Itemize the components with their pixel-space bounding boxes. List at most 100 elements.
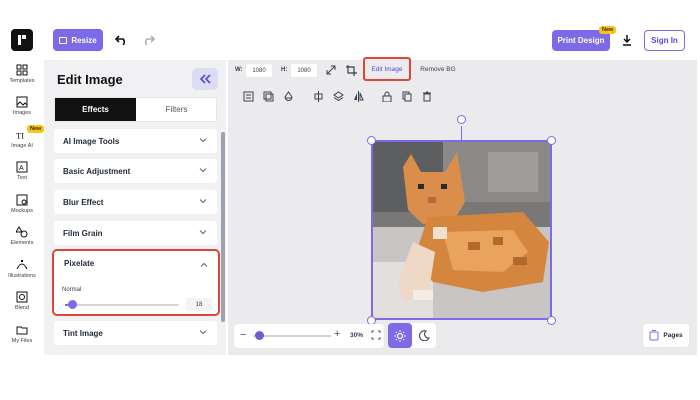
pages-label: Pages [663, 332, 683, 339]
zoom-slider-track[interactable] [253, 335, 331, 337]
pixelate-title[interactable]: Pixelate [64, 259, 94, 268]
pixelate-mode: Normal [62, 287, 82, 293]
canvas-image[interactable] [371, 140, 552, 320]
theme-switch [388, 323, 436, 348]
rail-item-text[interactable]: A Text [0, 161, 44, 191]
zoom-out-icon[interactable]: − [240, 329, 246, 341]
fill-icon[interactable] [282, 90, 294, 102]
chevron-down-icon [199, 330, 207, 335]
accordion-basic-adjustment[interactable]: Basic Adjustment [54, 159, 217, 183]
app-logo[interactable] [11, 29, 33, 51]
expand-icon[interactable] [325, 64, 337, 76]
image-toolbar: W: 1080 H: 1080 Edit Image Remove BG [228, 57, 697, 82]
top-bar: Resize Print Design New Sign In [0, 20, 700, 60]
app-window: Resize Print Design New Sign In Template… [0, 0, 700, 400]
pixelate-slider-track[interactable] [65, 304, 179, 306]
moon-icon [418, 330, 430, 341]
rail-label: Elements [10, 240, 34, 246]
images-icon [16, 96, 28, 108]
copy-icon[interactable] [401, 90, 413, 102]
rail-label: Illustrations [8, 273, 36, 279]
rail-item-blend[interactable]: Blend [0, 291, 44, 321]
redo-icon[interactable] [140, 32, 156, 48]
accordion-ai-image-tools[interactable]: AI Image Tools [54, 129, 217, 153]
zoom-value: 30% [350, 332, 364, 339]
chevron-down-icon [199, 199, 207, 204]
resize-label: Resize [71, 35, 97, 45]
flip-icon[interactable] [352, 90, 364, 102]
rail-item-images[interactable]: Images [0, 96, 44, 126]
chevron-up-icon[interactable] [200, 261, 208, 269]
chevron-down-icon [199, 230, 207, 235]
accordion-label: Tint Image [63, 328, 103, 338]
remove-bg-button[interactable]: Remove BG [413, 61, 463, 78]
rail-label: Image AI [11, 143, 33, 149]
dark-mode-button[interactable] [412, 323, 436, 348]
blend-icon [16, 291, 28, 303]
canvas-area: W: 1080 H: 1080 Edit Image Remove BG − +… [228, 57, 697, 355]
height-label: H: [281, 67, 288, 73]
fit-screen-icon[interactable] [371, 330, 381, 340]
double-chevron-left-icon [199, 74, 211, 84]
svg-text:TI: TI [16, 130, 24, 140]
edit-image-button[interactable]: Edit Image [363, 57, 411, 81]
resize-handle-top-right[interactable] [547, 136, 556, 145]
resize-icon [59, 36, 68, 44]
accordion-label: Film Grain [63, 228, 103, 238]
tab-effects[interactable]: Effects [55, 98, 136, 121]
collapse-panel-button[interactable] [192, 68, 218, 90]
rail-item-illustrations[interactable]: Illustrations [0, 259, 44, 289]
center-align-icon[interactable] [312, 90, 324, 102]
left-rail: Templates Images TI Image AI A Text Mock… [0, 60, 44, 350]
layers-icon[interactable] [332, 90, 344, 102]
rail-label: Templates [9, 78, 35, 84]
illustrations-icon [16, 259, 28, 271]
height-input[interactable]: 1080 [291, 64, 317, 77]
text-icon: A [16, 161, 28, 173]
resize-handle-bottom-right[interactable] [547, 316, 556, 325]
resize-handle-top-left[interactable] [367, 136, 376, 145]
accordion-tint-image[interactable]: Tint Image [54, 321, 217, 345]
chevron-down-icon [199, 138, 207, 143]
accordion-film-grain[interactable]: Film Grain [54, 221, 217, 245]
rail-item-templates[interactable]: Templates [0, 64, 44, 94]
download-icon[interactable] [620, 32, 634, 48]
accordion-blur-effect[interactable]: Blur Effect [54, 190, 217, 214]
crop-icon[interactable] [345, 64, 357, 76]
zoom-slider-thumb[interactable] [255, 331, 264, 340]
undo-icon[interactable] [113, 32, 129, 48]
rail-item-mockups[interactable]: Mockups [0, 194, 44, 224]
rotate-handle[interactable] [457, 115, 466, 124]
accordion-label: AI Image Tools [63, 136, 120, 146]
resize-button[interactable]: Resize [53, 29, 103, 51]
svg-text:A: A [19, 165, 24, 172]
duplicate-layer-icon[interactable] [262, 90, 274, 102]
rail-label: My Files [11, 338, 33, 344]
new-badge: New [27, 125, 45, 133]
elements-icon [16, 226, 28, 238]
accordion-label: Blur Effect [63, 197, 104, 207]
light-mode-button[interactable] [388, 323, 412, 348]
rail-item-image-ai[interactable]: TI Image AI [0, 129, 44, 159]
accordion-label: Basic Adjustment [63, 166, 131, 176]
sun-icon [394, 329, 406, 342]
pixelate-slider-thumb[interactable] [68, 300, 77, 309]
align-icon[interactable] [242, 90, 254, 102]
zoom-bar: − + 30% [234, 324, 384, 348]
panel-scrollbar[interactable] [221, 132, 225, 322]
effects-filters-tabs: Effects Filters [54, 97, 217, 122]
mockups-icon [16, 194, 28, 206]
width-label: W: [235, 67, 243, 73]
rail-item-my-files[interactable]: My Files [0, 324, 44, 354]
lock-icon[interactable] [381, 90, 393, 102]
pixelate-value[interactable]: 18 [186, 298, 212, 311]
pages-button[interactable]: Pages [642, 323, 690, 348]
tab-filters[interactable]: Filters [136, 98, 217, 121]
rail-item-elements[interactable]: Elements [0, 226, 44, 256]
sign-in-button[interactable]: Sign In [644, 30, 685, 51]
width-input[interactable]: 1080 [246, 64, 272, 77]
pages-icon [649, 330, 659, 341]
rail-label: Mockups [10, 208, 33, 214]
trash-icon[interactable] [421, 90, 433, 102]
zoom-in-icon[interactable]: + [334, 328, 340, 340]
